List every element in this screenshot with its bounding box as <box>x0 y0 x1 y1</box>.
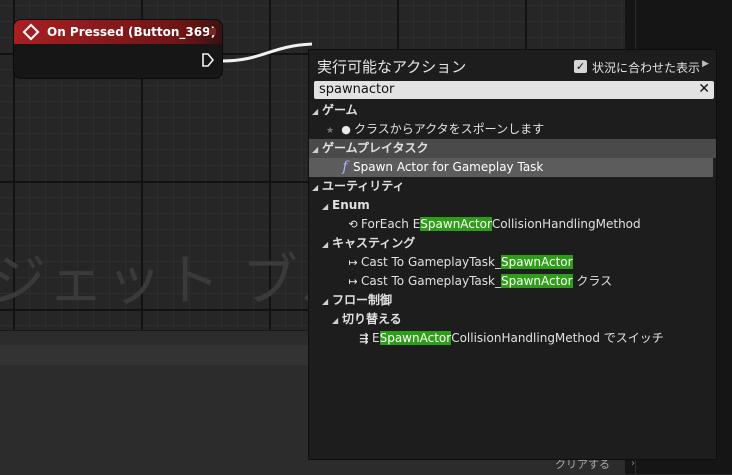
node-delegate-icon <box>209 28 216 35</box>
expand-arrow-icon[interactable]: ◢ <box>322 292 332 311</box>
loop-icon: ⟲ <box>348 218 358 231</box>
expand-arrow-icon[interactable]: ◢ <box>322 235 332 254</box>
category-flow-control[interactable]: ◢ フロー制御 <box>309 291 716 310</box>
list-item-spawn-actor-from-class[interactable]: ★ ● クラスからアクタをスポーンします <box>309 120 716 139</box>
category-utilities[interactable]: ◢ ユーティリティ <box>309 177 716 196</box>
node-title: On Pressed (Button_369) <box>47 25 216 39</box>
context-sensitive-label[interactable]: 状況に合わせた表示 <box>592 59 700 76</box>
list-item-spawn-actor-for-gameplay-task[interactable]: f Spawn Actor for Gameplay Task <box>309 158 713 177</box>
list-item-cast-to-spawn-actor[interactable]: ↦ Cast To GameplayTask_SpawnActor <box>309 253 716 272</box>
category-enum[interactable]: ◢ Enum <box>309 196 716 215</box>
list-item-switch-on-enum[interactable]: ⇶ ESpawnActorCollisionHandlingMethod でスイッ… <box>309 329 716 348</box>
search-input[interactable]: spawnactor ✕ <box>314 81 714 99</box>
search-match-highlight: SpawnActor <box>500 255 573 269</box>
action-menu-title: 実行可能なアクション <box>317 58 467 76</box>
action-menu[interactable]: 実行可能なアクション ✓ 状況に合わせた表示 ▶ spawnactor ✕ ◢ ゲ… <box>308 49 717 460</box>
switch-icon: ⇶ <box>359 332 369 345</box>
search-match-highlight: SpawnActor <box>420 217 492 231</box>
action-tree[interactable]: ◢ ゲーム ★ ● クラスからアクタをスポーンします ◢ ゲームプレイタスク f Spaw… <box>309 101 716 348</box>
expand-arrow-icon[interactable]: ◢ <box>312 178 322 197</box>
list-item-foreach-enum[interactable]: ⟲ ForEach ESpawnActorCollisionHandlingMet… <box>309 215 716 234</box>
context-menu-arrow-icon[interactable]: ▶ <box>702 59 709 69</box>
search-match-highlight: SpawnActor <box>379 331 452 345</box>
category-casting[interactable]: ◢ キャスティング <box>309 234 716 253</box>
context-sensitive-checkbox[interactable]: ✓ <box>574 60 587 73</box>
category-switch[interactable]: ◢ 切り替える <box>309 310 716 329</box>
exec-out-pin-icon[interactable] <box>202 53 214 67</box>
clear-search-icon[interactable]: ✕ <box>698 81 710 97</box>
expand-arrow-icon[interactable]: ◢ <box>312 140 322 159</box>
node-header[interactable]: On Pressed (Button_369) <box>14 20 222 44</box>
search-input-value[interactable]: spawnactor <box>319 82 394 97</box>
category-gameplay-task[interactable]: ◢ ゲームプレイタスク <box>309 139 716 158</box>
expand-arrow-icon[interactable]: ◢ <box>332 311 342 330</box>
function-icon: f <box>342 159 348 175</box>
list-item-cast-to-spawn-actor-class[interactable]: ↦ Cast To GameplayTask_SpawnActor クラス <box>309 272 716 291</box>
event-diamond-icon <box>22 23 40 41</box>
cast-arrow-icon: ↦ <box>348 256 358 269</box>
expand-arrow-icon[interactable]: ◢ <box>312 102 322 121</box>
search-match-highlight: SpawnActor <box>500 274 573 288</box>
cast-arrow-icon: ↦ <box>348 275 358 288</box>
spawn-bomb-icon: ● <box>341 123 351 136</box>
expand-arrow-icon[interactable]: ◢ <box>322 197 332 216</box>
on-pressed-node[interactable]: On Pressed (Button_369) <box>14 20 222 78</box>
category-game[interactable]: ◢ ゲーム <box>309 101 716 120</box>
